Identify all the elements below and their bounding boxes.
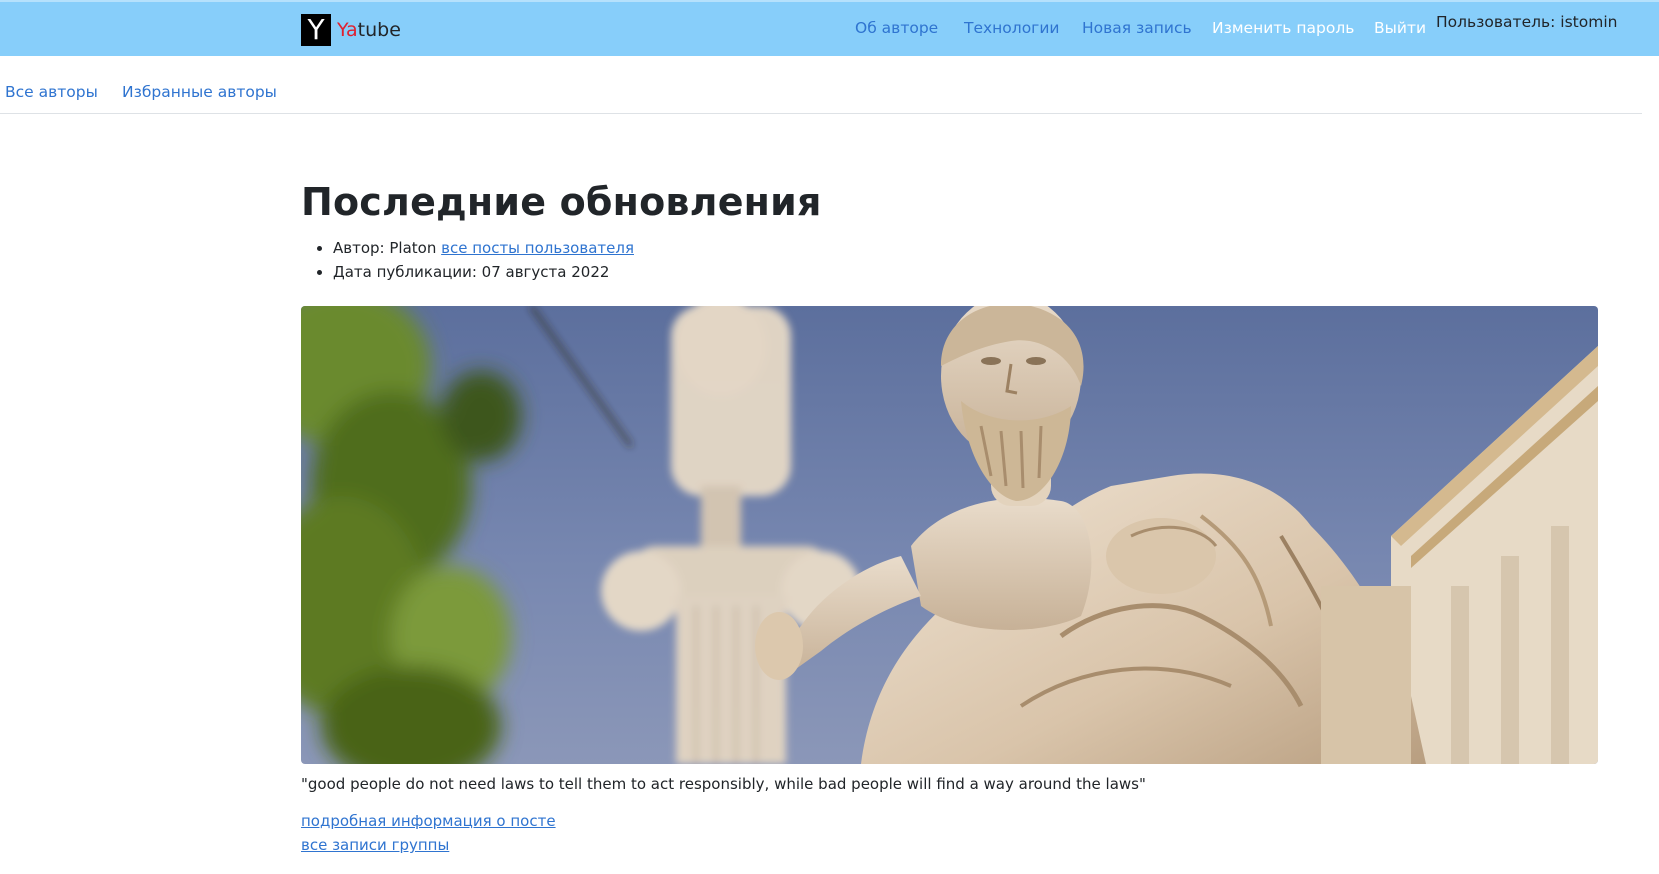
- nav-technologies[interactable]: Технологии: [964, 19, 1059, 37]
- tab-favorite-authors[interactable]: Избранные авторы: [122, 83, 277, 101]
- tab-all-authors[interactable]: Все авторы: [5, 83, 98, 101]
- nav-change-password[interactable]: Изменить пароль: [1212, 19, 1354, 37]
- author-posts-link[interactable]: все посты пользователя: [441, 239, 634, 257]
- brand-name-tube: tube: [357, 19, 401, 41]
- post-image: [301, 306, 1598, 764]
- post-text: "good people do not need laws to tell th…: [301, 775, 1146, 793]
- nav-about-author[interactable]: Об авторе: [855, 19, 938, 37]
- nav-new-post[interactable]: Новая запись: [1082, 19, 1192, 37]
- group-posts-link[interactable]: все записи группы: [301, 836, 449, 854]
- post-date: Дата публикации: 07 августа 2022: [333, 263, 610, 281]
- brand-home-link[interactable]: Y Yatube: [301, 14, 401, 46]
- yatube-logo-icon: Y: [301, 14, 331, 46]
- nav-logout[interactable]: Выйти: [1374, 19, 1426, 37]
- page-title: Последние обновления: [301, 180, 822, 224]
- brand-name-ya: Ya: [337, 19, 358, 41]
- post-meta-list: Автор: Platon все посты пользователя Дат…: [333, 236, 634, 284]
- post-details-link[interactable]: подробная информация о посте: [301, 812, 556, 830]
- authors-subnav: Все авторы Избранные авторы: [0, 56, 1642, 114]
- plato-statue-illustration: [301, 306, 1598, 764]
- post-author-item: Автор: Platon все посты пользователя: [333, 236, 634, 260]
- post-date-item: Дата публикации: 07 августа 2022: [333, 260, 634, 284]
- post-author: Автор: Platon: [333, 239, 437, 257]
- top-navbar: Y Yatube Об авторе Технологии Новая запи…: [0, 0, 1659, 56]
- brand-name: Yatube: [337, 19, 401, 41]
- current-user-label: Пользователь: istomin: [1436, 13, 1618, 31]
